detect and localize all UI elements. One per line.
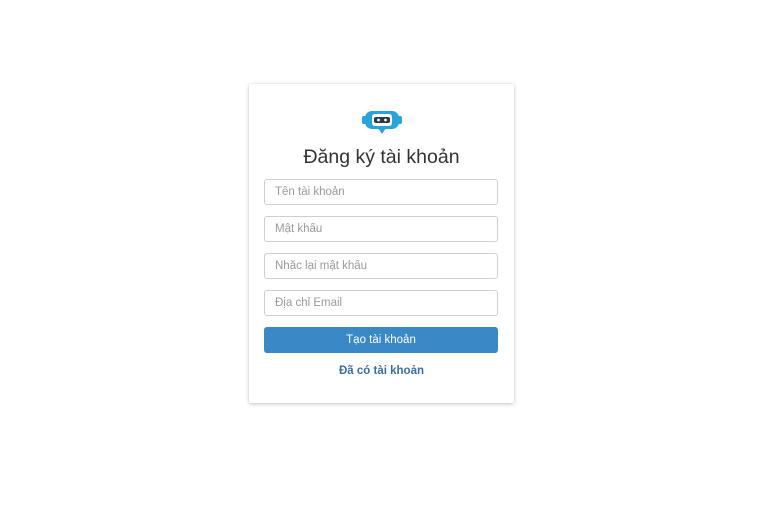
register-card: Đăng ký tài khoản Tạo tài khoản Đã có tà…	[249, 84, 514, 403]
existing-account-link[interactable]: Đã có tài khoản	[249, 365, 514, 377]
confirm-password-input[interactable]	[264, 253, 498, 279]
username-input[interactable]	[264, 179, 498, 205]
email-input[interactable]	[264, 290, 498, 316]
password-input[interactable]	[264, 216, 498, 242]
create-account-button[interactable]: Tạo tài khoản	[264, 327, 498, 353]
page-title: Đăng ký tài khoản	[303, 146, 460, 168]
robot-chat-logo-icon	[362, 111, 402, 134]
